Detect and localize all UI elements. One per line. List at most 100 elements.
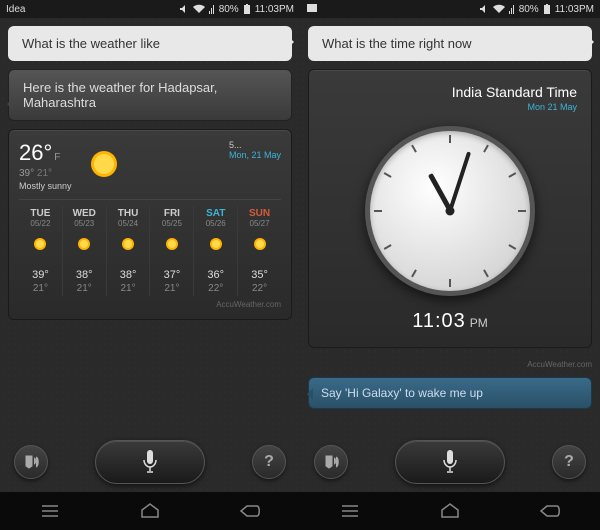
volume-icon — [479, 4, 489, 14]
fday-date: 05/25 — [150, 219, 193, 228]
fday-name: THU — [107, 208, 150, 219]
signal-icon — [209, 4, 215, 14]
fday-date: 05/27 — [238, 219, 281, 228]
timezone-label: India Standard Time — [323, 84, 577, 100]
forecast-row: TUE 05/22 39° 21°WED 05/23 38° 21°THU 05… — [19, 206, 281, 296]
date-label: Mon, 21 May — [229, 150, 281, 160]
question-icon: ? — [564, 453, 574, 471]
fday-name: SAT — [194, 208, 237, 219]
fday-name: WED — [63, 208, 106, 219]
fday-low: 22° — [238, 283, 281, 294]
help-button[interactable]: ? — [552, 445, 586, 479]
mic-button[interactable] — [395, 440, 505, 484]
status-bar: Idea 80% 11:03PM — [0, 0, 300, 18]
fday-high: 38° — [63, 269, 106, 281]
nav-home-button[interactable] — [135, 500, 165, 522]
fday-low: 22° — [194, 283, 237, 294]
fday-date: 05/22 — [19, 219, 62, 228]
time-card[interactable]: India Standard Time Mon 21 May 11:03 PM — [308, 69, 592, 348]
weather-current: 26°F 39° 21° Mostly sunny 5... Mon, 21 M… — [19, 140, 281, 200]
forecast-day[interactable]: SUN 05/27 35° 22° — [238, 206, 281, 296]
nav-back-button[interactable] — [235, 500, 265, 522]
nav-home-button[interactable] — [435, 500, 465, 522]
sun-icon — [162, 234, 182, 254]
notif-icon — [306, 3, 318, 16]
user-bubble: What is the weather like — [8, 26, 292, 61]
fday-high: 36° — [194, 269, 237, 281]
status-time: 11:03PM — [555, 4, 594, 15]
signal-icon — [509, 4, 515, 14]
sun-icon — [30, 234, 50, 254]
voice-notes-button[interactable] — [314, 445, 348, 479]
digital-ampm: PM — [470, 316, 488, 330]
sun-icon — [80, 140, 128, 188]
forecast-day[interactable]: THU 05/24 38° 21° — [107, 206, 151, 296]
sun-icon — [206, 234, 226, 254]
fday-high: 39° — [19, 269, 62, 281]
status-icons: 80% 11:03PM — [179, 4, 294, 15]
hint-bubble: Say 'Hi Galaxy' to wake me up — [308, 377, 592, 409]
weather-card[interactable]: 26°F 39° 21° Mostly sunny 5... Mon, 21 M… — [8, 129, 292, 320]
fday-date: 05/26 — [194, 219, 237, 228]
tz-date-label: Mon 21 May — [323, 102, 577, 112]
attribution-label: AccuWeather.com — [308, 360, 592, 369]
nav-menu-button[interactable] — [335, 500, 365, 522]
sun-icon — [118, 234, 138, 254]
voice-notes-button[interactable] — [14, 445, 48, 479]
mic-icon — [441, 449, 459, 475]
fday-low: 21° — [150, 283, 193, 294]
sun-icon — [74, 234, 94, 254]
fday-name: SUN — [238, 208, 281, 219]
fday-low: 21° — [19, 283, 62, 294]
sun-icon — [250, 234, 270, 254]
user-bubble: What is the time right now — [308, 26, 592, 61]
wifi-icon — [493, 4, 505, 14]
fday-high: 37° — [150, 269, 193, 281]
forecast-day[interactable]: WED 05/23 38° 21° — [63, 206, 107, 296]
minute-hand — [448, 151, 471, 211]
fday-low: 21° — [107, 283, 150, 294]
fday-high: 35° — [238, 269, 281, 281]
question-icon: ? — [264, 453, 274, 471]
action-bar: ? — [0, 432, 300, 492]
nav-bar — [0, 492, 300, 530]
fday-date: 05/23 — [63, 219, 106, 228]
analog-clock — [365, 126, 535, 296]
volume-icon — [179, 4, 189, 14]
mic-icon — [141, 449, 159, 475]
fday-name: TUE — [19, 208, 62, 219]
nav-back-button[interactable] — [535, 500, 565, 522]
status-time: 11:03PM — [255, 4, 294, 15]
status-bar: 80% 11:03PM — [300, 0, 600, 18]
conversation-area: What is the time right now India Standar… — [300, 18, 600, 432]
digital-time: 11:03 — [412, 310, 466, 332]
battery-icon — [543, 4, 551, 14]
attribution-label: AccuWeather.com — [19, 300, 281, 309]
nav-bar — [300, 492, 600, 530]
battery-pct: 80% — [519, 4, 539, 15]
conversation-area: What is the weather like Here is the wea… — [0, 18, 300, 432]
status-icons: 80% 11:03PM — [479, 4, 594, 15]
fday-low: 21° — [63, 283, 106, 294]
assistant-bubble: Here is the weather for Hadapsar, Mahara… — [8, 69, 292, 121]
phone-right: 80% 11:03PM What is the time right now I… — [300, 0, 600, 530]
location-label: 5... — [229, 140, 281, 150]
fday-name: FRI — [150, 208, 193, 219]
action-bar: ? — [300, 432, 600, 492]
temp-high: 39° — [19, 168, 34, 179]
temp-value: 26° — [19, 140, 52, 165]
forecast-day[interactable]: TUE 05/22 39° 21° — [19, 206, 63, 296]
help-button[interactable]: ? — [252, 445, 286, 479]
condition-label: Mostly sunny — [19, 181, 72, 191]
forecast-day[interactable]: SAT 05/26 36° 22° — [194, 206, 238, 296]
wifi-icon — [193, 4, 205, 14]
temp-low: 21° — [37, 168, 52, 179]
battery-pct: 80% — [219, 4, 239, 15]
fday-high: 38° — [107, 269, 150, 281]
forecast-day[interactable]: FRI 05/25 37° 21° — [150, 206, 194, 296]
mic-button[interactable] — [95, 440, 205, 484]
fday-date: 05/24 — [107, 219, 150, 228]
nav-menu-button[interactable] — [35, 500, 65, 522]
carrier-label: Idea — [6, 4, 25, 15]
temp-unit: F — [54, 152, 60, 163]
